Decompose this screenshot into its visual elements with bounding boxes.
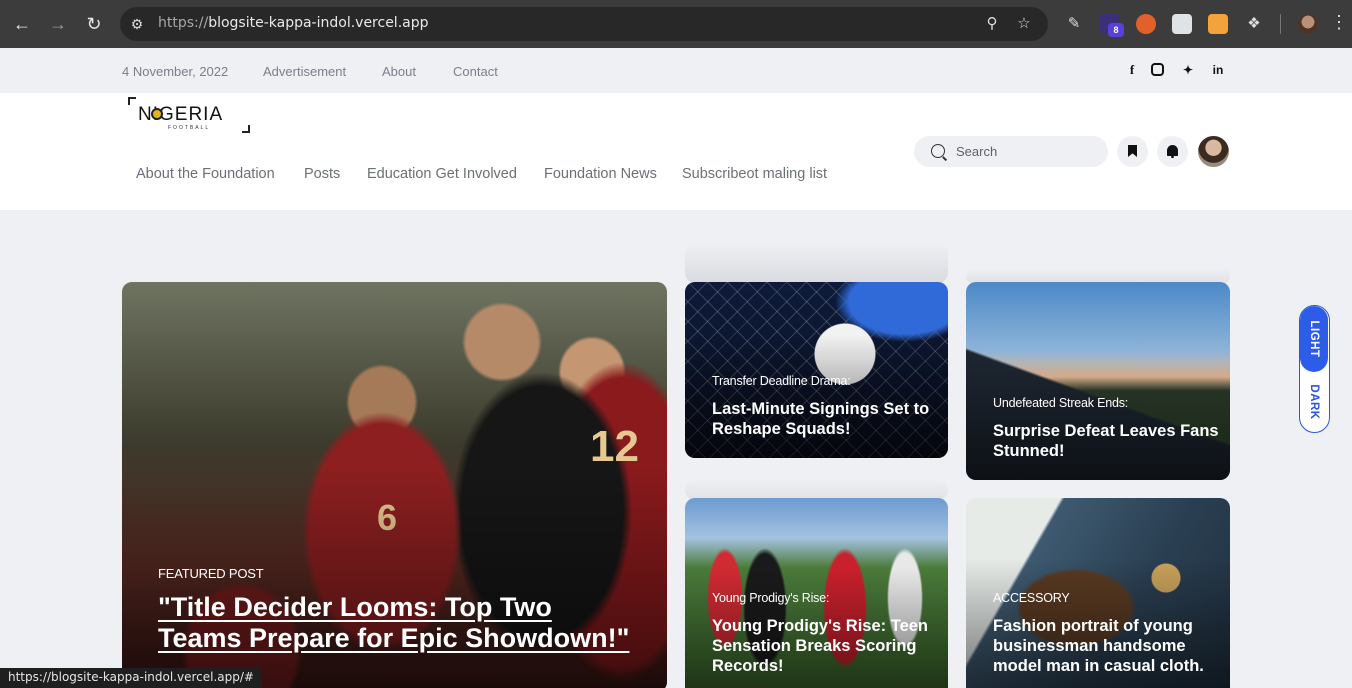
url-text[interactable]: https://blogsite-kappa-indol.vercel.app — [158, 15, 429, 31]
nav-education[interactable]: Education Get Involved — [367, 166, 517, 182]
fox-extension-icon[interactable] — [1136, 14, 1156, 34]
post-card[interactable]: ACCESSORY Fashion portrait of young busi… — [966, 498, 1230, 688]
link-status-bar: https://blogsite-kappa-indol.vercel.app/… — [0, 668, 262, 688]
post-category: ACCESSORY — [993, 591, 1070, 605]
card-shadow — [685, 480, 948, 500]
facebook-icon[interactable]: f — [1124, 62, 1140, 78]
post-category: Undefeated Streak Ends: — [993, 396, 1129, 410]
bookmark-icon — [1128, 145, 1137, 157]
about-link[interactable]: About — [382, 64, 416, 79]
reload-icon[interactable]: ↻ — [82, 12, 106, 36]
light-mode-button[interactable]: LIGHT — [1300, 306, 1328, 372]
dark-mode-button[interactable]: DARK — [1300, 372, 1328, 432]
more-menu-icon[interactable]: ⋮ — [1330, 12, 1348, 33]
instagram-icon[interactable] — [1151, 63, 1164, 76]
post-card[interactable]: Undefeated Streak Ends: Surprise Defeat … — [966, 282, 1230, 480]
address-bar[interactable]: ⚙ https://blogsite-kappa-indol.vercel.ap… — [120, 7, 1048, 41]
advertisement-link[interactable]: Advertisement — [263, 64, 346, 79]
linkedin-icon[interactable]: in — [1210, 62, 1226, 78]
bookmark-button[interactable] — [1117, 136, 1148, 167]
extension-badge: 8 — [1108, 23, 1124, 37]
post-card[interactable]: Young Prodigy's Rise: Young Prodigy's Ri… — [685, 498, 948, 688]
site-header: NIGERIA FOOTBALL About the Foundation Po… — [0, 93, 1352, 210]
post-title[interactable]: Fashion portrait of young businessman ha… — [993, 616, 1225, 676]
twitter-icon[interactable]: ✦ — [1180, 62, 1196, 78]
post-title[interactable]: Surprise Defeat Leaves Fans Stunned! — [993, 421, 1223, 461]
football-icon — [151, 108, 163, 120]
theme-toggle[interactable]: LIGHT DARK — [1299, 305, 1330, 433]
card-shadow — [685, 243, 948, 283]
post-category: Young Prodigy's Rise: — [712, 591, 830, 605]
nav-subscribe[interactable]: Subscribeot maling list — [682, 166, 827, 182]
back-icon[interactable]: ← — [10, 12, 34, 36]
top-bar: 4 November, 2022 Advertisement About Con… — [0, 48, 1352, 93]
nav-foundation-news[interactable]: Foundation News — [544, 166, 657, 182]
zoom-icon[interactable]: ⚲ — [982, 14, 1002, 34]
nav-posts[interactable]: Posts — [304, 166, 340, 182]
orange-extension-icon[interactable] — [1208, 14, 1228, 34]
pen-extension-icon[interactable]: ✎ — [1064, 14, 1084, 34]
forward-icon[interactable]: → — [46, 12, 70, 36]
star-icon[interactable]: ☆ — [1014, 14, 1034, 34]
featured-category: FEATURED POST — [158, 566, 264, 581]
nav-about-foundation[interactable]: About the Foundation — [136, 166, 275, 182]
bell-icon — [1167, 145, 1178, 158]
post-category: Transfer Deadline Drama: — [712, 374, 851, 388]
toolbar-divider — [1280, 14, 1281, 34]
browser-toolbar: ← → ↻ ⚙ https://blogsite-kappa-indol.ver… — [0, 0, 1352, 48]
date-label: 4 November, 2022 — [122, 64, 229, 79]
user-avatar[interactable] — [1198, 136, 1229, 167]
contact-link[interactable]: Contact — [453, 64, 498, 79]
puzzle-icon[interactable]: ❖ — [1244, 14, 1264, 34]
notification-button[interactable] — [1157, 136, 1188, 167]
search-input[interactable]: Search — [914, 136, 1108, 167]
post-title[interactable]: Last-Minute Signings Set to Reshape Squa… — [712, 399, 942, 439]
profile-avatar[interactable] — [1298, 14, 1318, 34]
doc-extension-icon[interactable] — [1172, 14, 1192, 34]
site-logo[interactable]: NIGERIA FOOTBALL — [128, 97, 250, 133]
featured-post-card[interactable]: 12 6 FEATURED POST "Title Decider Looms:… — [122, 282, 667, 688]
site-info-icon[interactable]: ⚙ — [128, 15, 146, 33]
search-icon — [931, 144, 945, 158]
featured-title[interactable]: "Title Decider Looms: Top Two Teams Prep… — [158, 592, 638, 654]
post-title[interactable]: Young Prodigy's Rise: Teen Sensation Bre… — [712, 616, 942, 676]
post-card[interactable]: Transfer Deadline Drama: Last-Minute Sig… — [685, 282, 948, 458]
